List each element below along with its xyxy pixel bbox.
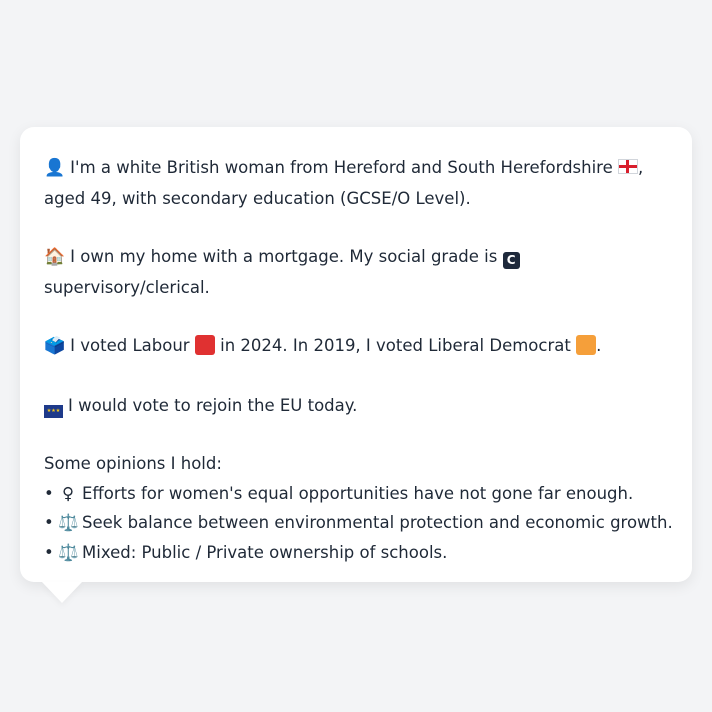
vote-text-3: . — [596, 336, 602, 355]
intro-paragraph: 👤 I'm a white British woman from Hereford… — [44, 153, 668, 213]
speech-bubble-tail — [42, 582, 82, 603]
list-item: • ⚖️ Seek balance between environmental pr… — [44, 508, 673, 538]
person-icon: 👤 — [44, 158, 66, 178]
vote-text-2: in 2024. In 2019, I voted Liberal Democr… — [220, 336, 571, 355]
opinion-text: Seek balance between environmental prote… — [82, 513, 673, 532]
home-line-2: supervisory/clerical. — [44, 277, 210, 297]
intro-comma: , — [638, 158, 644, 177]
libdem-orange-square-icon — [576, 335, 597, 355]
social-grade-badge: C — [502, 252, 520, 269]
home-line-1: 🏠 I own my home with a mortgage. My socia… — [44, 242, 668, 273]
vote-line: 🗳️ I voted Labour in 2024. In 2019, I vot… — [44, 331, 668, 362]
home-paragraph: 🏠 I own my home with a mortgage. My socia… — [44, 242, 668, 302]
opinions-section: Some opinions I hold: • ♀ Efforts for wome… — [44, 449, 673, 568]
opinions-heading: Some opinions I hold: — [44, 454, 222, 473]
bullet: • — [44, 542, 54, 562]
intro-line-1: 👤 I'm a white British woman from Hereford… — [44, 153, 668, 184]
labour-red-square-icon — [194, 335, 215, 355]
eu-line: ★★★ I would vote to rejoin the EU today. — [44, 391, 668, 421]
ballot-box-icon: 🗳️ — [44, 336, 66, 356]
intro-text: I'm a white British woman from Hereford … — [70, 158, 613, 177]
balance-scale-icon: ⚖️ — [58, 513, 79, 532]
bullet: • — [44, 483, 54, 503]
opinions-list: • ♀ Efforts for women's equal opportunitie… — [44, 479, 673, 568]
vote-text-1: I voted Labour — [70, 336, 190, 355]
list-item: • ♀ Efforts for women's equal opportunitie… — [44, 479, 668, 509]
intro-line-2: aged 49, with secondary education (GCSE/… — [44, 188, 471, 208]
persona-message-bubble: 👤 I'm a white British woman from Hereford… — [20, 127, 692, 603]
opinion-text: Mixed: Public / Private ownership of sch… — [82, 542, 448, 562]
eu-flag-icon: ★★★ — [44, 404, 63, 418]
vote-paragraph: 🗳️ I voted Labour in 2024. In 2019, I vot… — [44, 331, 668, 362]
eu-text: I would vote to rejoin the EU today. — [68, 395, 358, 415]
england-flag-icon — [618, 159, 639, 174]
house-icon: 🏠 — [44, 247, 66, 267]
list-item: • ⚖️ Mixed: Public / Private ownership of … — [44, 538, 668, 568]
eu-paragraph: ★★★ I would vote to rejoin the EU today. — [44, 391, 668, 421]
home-text: I own my home with a mortgage. My social… — [70, 247, 498, 266]
balance-scale-icon: ⚖️ — [58, 542, 79, 562]
female-sign-icon: ♀ — [61, 483, 75, 503]
bullet: • — [44, 513, 54, 532]
opinion-text: Efforts for women's equal opportunities … — [82, 483, 634, 503]
